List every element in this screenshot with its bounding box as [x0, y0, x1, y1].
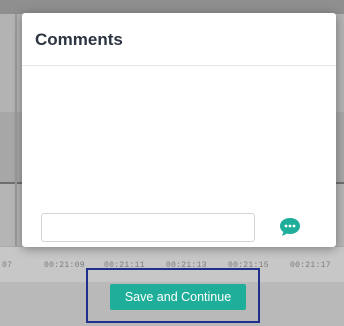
comment-input[interactable] [41, 213, 255, 242]
speech-bubble-ellipsis-icon [280, 218, 300, 236]
modal-title: Comments [35, 30, 123, 49]
timeline-ruler: 07 00:21:09 00:21:11 00:21:13 00:21:15 0… [0, 246, 344, 283]
modal-header: Comments [22, 13, 336, 66]
save-and-continue-button[interactable]: Save and Continue [110, 284, 246, 310]
background-top-bar [0, 0, 344, 14]
comments-modal: Comments [22, 13, 336, 247]
app-screen: 07 00:21:09 00:21:11 00:21:13 00:21:15 0… [0, 0, 344, 326]
timeline-tick: 00:21:15 [228, 261, 269, 270]
timeline-tick: 00:21:17 [290, 261, 331, 270]
send-comment-button[interactable] [278, 215, 302, 239]
timeline-tick: 07 [2, 261, 13, 270]
background-divider [15, 14, 17, 246]
timeline-tick: 00:21:09 [44, 261, 85, 270]
timeline-tick: 00:21:13 [166, 261, 207, 270]
timeline-tick: 00:21:11 [104, 261, 145, 270]
